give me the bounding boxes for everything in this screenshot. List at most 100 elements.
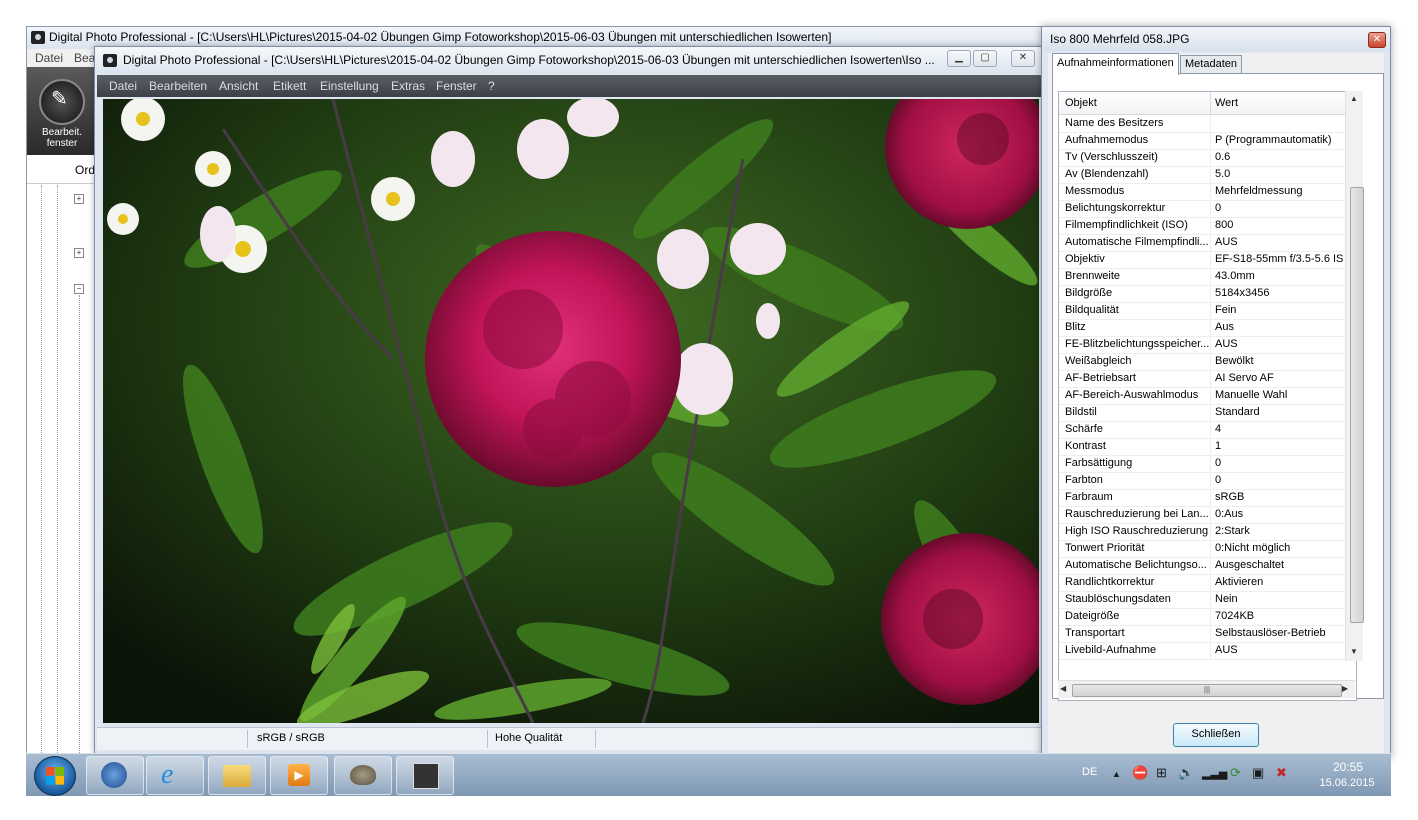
table-row[interactable]: Tv (Verschlusszeit) 0.6 <box>1059 149 1356 167</box>
column-header-object[interactable]: Objekt <box>1065 97 1097 109</box>
tab-metadata[interactable]: Metadaten <box>1180 55 1242 74</box>
taskbar-explorer-button[interactable] <box>208 756 266 795</box>
camera-app-icon <box>31 31 45 44</box>
info-table[interactable]: Objekt Wert Name des Besitzers Aufnahmemo… <box>1058 91 1357 701</box>
menu-einstellung[interactable]: Einstellung <box>320 79 379 93</box>
table-row[interactable]: AF-Bereich-Auswahlmodus Manuelle Wahl <box>1059 387 1356 405</box>
menu-help[interactable]: ? <box>488 79 495 93</box>
menu-fenster[interactable]: Fenster <box>436 79 477 93</box>
maximize-button[interactable]: ▢ <box>973 50 997 67</box>
table-row[interactable]: Automatische Filmempfindli... AUS <box>1059 234 1356 252</box>
table-row[interactable]: Bildqualität Fein <box>1059 302 1356 320</box>
viewer-window-title: Digital Photo Professional - [C:\Users\H… <box>123 53 935 67</box>
edit-icon <box>39 79 85 125</box>
menu-datei[interactable]: Datei <box>35 51 63 65</box>
windows-flag-icon[interactable]: ⊞ <box>1156 765 1167 781</box>
column-header-value[interactable]: Wert <box>1215 97 1238 109</box>
table-row[interactable]: Dateigröße 7024KB <box>1059 608 1356 626</box>
horizontal-scroll-thumb[interactable]: ||| <box>1072 684 1342 697</box>
sync-icon[interactable]: ⟳ <box>1230 765 1241 781</box>
table-row[interactable]: Kontrast 1 <box>1059 438 1356 456</box>
scroll-right-icon[interactable]: ▶ <box>1342 684 1348 693</box>
thunderbird-icon <box>101 762 127 788</box>
language-indicator[interactable]: DE <box>1082 766 1097 778</box>
horizontal-scrollbar[interactable]: ◀ ||| ▶ <box>1058 680 1355 698</box>
row-column-separator <box>1210 523 1211 540</box>
table-row[interactable]: Brennweite 43.0mm <box>1059 268 1356 286</box>
table-row[interactable]: Tonwert Priorität 0:Nicht möglich <box>1059 540 1356 558</box>
tab-shooting-info[interactable]: Aufnahmeinformationen <box>1052 53 1179 75</box>
row-column-separator <box>1210 115 1211 132</box>
scroll-down-icon[interactable]: ▼ <box>1350 647 1358 656</box>
menu-bearbeiten-truncated[interactable]: Bea <box>74 51 95 65</box>
row-value: 4 <box>1215 423 1222 435</box>
row-value: Fein <box>1215 304 1237 316</box>
table-row[interactable]: Aufnahmemodus P (Programmautomatik) <box>1059 132 1356 150</box>
tree-expand-icon[interactable]: + <box>74 248 84 258</box>
table-row[interactable]: Filmempfindlichkeit (ISO) 800 <box>1059 217 1356 235</box>
start-button[interactable] <box>34 756 76 796</box>
table-row[interactable]: Weißabgleich Bewölkt <box>1059 353 1356 371</box>
table-row[interactable]: Randlichtkorrektur Aktivieren <box>1059 574 1356 592</box>
menu-datei[interactable]: Datei <box>109 79 137 93</box>
table-row[interactable]: Belichtungskorrektur 0 <box>1059 200 1356 218</box>
menu-ansicht[interactable]: Ansicht <box>219 79 258 93</box>
network-signal-icon[interactable]: ▂▃▅ <box>1202 767 1227 780</box>
table-row[interactable]: Staublöschungsdaten Nein <box>1059 591 1356 609</box>
table-row[interactable]: Automatische Belichtungso... Ausgeschalte… <box>1059 557 1356 575</box>
clock-date[interactable]: 15.06.2015 <box>1310 777 1384 789</box>
table-row[interactable]: Farbraum sRGB <box>1059 489 1356 507</box>
table-row[interactable]: FE-Blitzbelichtungsspeicher... AUS <box>1059 336 1356 354</box>
tree-expand-icon[interactable]: + <box>74 194 84 204</box>
row-column-separator <box>1210 336 1211 353</box>
row-value: Standard <box>1215 406 1260 418</box>
menu-etikett[interactable]: Etikett <box>273 79 306 93</box>
table-row[interactable]: Farbton 0 <box>1059 472 1356 490</box>
taskbar-media-player-button[interactable]: ▶ <box>270 756 328 795</box>
volume-icon[interactable]: 🔈 <box>1178 765 1194 781</box>
table-row[interactable]: Farbsättigung 0 <box>1059 455 1356 473</box>
flower-photo[interactable] <box>103 99 1039 723</box>
vertical-scroll-thumb[interactable] <box>1350 187 1364 623</box>
taskbar-gimp-button[interactable] <box>334 756 392 795</box>
table-row[interactable]: Av (Blendenzahl) 5.0 <box>1059 166 1356 184</box>
device-icon[interactable]: ▣ <box>1252 765 1264 781</box>
close-icon[interactable]: ✕ <box>1011 50 1035 67</box>
minimize-button[interactable]: ▁ <box>947 50 971 67</box>
antivirus-icon[interactable]: ⛔ <box>1132 765 1148 781</box>
viewer-titlebar[interactable]: Digital Photo Professional - [C:\Users\H… <box>95 47 1043 73</box>
table-row[interactable]: Schärfe 4 <box>1059 421 1356 439</box>
dialog-body: Aufnahmeinformationen Metadaten Objekt W… <box>1048 53 1384 753</box>
clock-time[interactable]: 20:55 <box>1318 760 1378 774</box>
taskbar-internet-explorer-button[interactable]: e <box>146 756 204 795</box>
scroll-left-icon[interactable]: ◀ <box>1060 684 1066 693</box>
table-row[interactable]: High ISO Rauschreduzierung 2:Stark <box>1059 523 1356 541</box>
row-column-separator <box>1210 438 1211 455</box>
table-row[interactable]: Blitz Aus <box>1059 319 1356 337</box>
edit-window-tool-button[interactable]: Bearbeit. fenster <box>27 67 97 155</box>
scroll-up-icon[interactable]: ▲ <box>1350 94 1358 103</box>
dialog-titlebar[interactable]: Iso 800 Mehrfeld 058.JPG ✕ <box>1042 27 1390 51</box>
close-icon[interactable]: ✕ <box>1368 32 1386 48</box>
table-row[interactable]: AF-Betriebsart AI Servo AF <box>1059 370 1356 388</box>
tree-collapse-icon[interactable]: − <box>74 284 84 294</box>
taskbar-dpp-button[interactable] <box>396 756 454 795</box>
taskbar-thunderbird-button[interactable] <box>86 756 144 795</box>
row-object: Bildstil <box>1065 406 1097 418</box>
menu-bearbeiten[interactable]: Bearbeiten <box>149 79 207 93</box>
table-row[interactable]: Livebild-Aufnahme AUS <box>1059 642 1356 660</box>
table-row[interactable]: Messmodus Mehrfeldmessung <box>1059 183 1356 201</box>
table-row[interactable]: Transportart Selbstauslöser-Betrieb <box>1059 625 1356 643</box>
table-row[interactable]: Name des Besitzers <box>1059 115 1356 133</box>
table-row[interactable]: Objektiv EF-S18-55mm f/3.5-5.6 IS II <box>1059 251 1356 269</box>
show-hidden-icons-icon[interactable]: ▲ <box>1112 769 1121 779</box>
table-row[interactable]: Bildstil Standard <box>1059 404 1356 422</box>
power-icon[interactable]: ✖ <box>1276 765 1287 781</box>
table-row[interactable]: Rauschreduzierung bei Lan... 0:Aus <box>1059 506 1356 524</box>
row-object: AF-Bereich-Auswahlmodus <box>1065 389 1199 401</box>
folder-tab[interactable]: Ord <box>27 157 97 184</box>
menu-extras[interactable]: Extras <box>391 79 425 93</box>
row-value: 1 <box>1215 440 1222 452</box>
table-row[interactable]: Bildgröße 5184x3456 <box>1059 285 1356 303</box>
close-button[interactable]: Schließen <box>1173 723 1259 747</box>
